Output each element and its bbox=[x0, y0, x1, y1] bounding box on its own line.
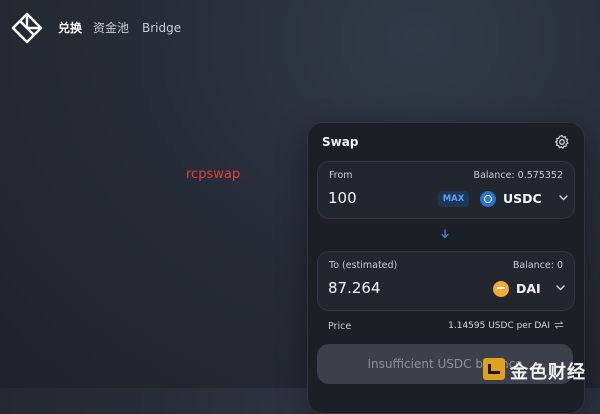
top-nav: 兑换 资金池 Bridge bbox=[0, 0, 600, 56]
to-label: To (estimated) bbox=[329, 260, 398, 271]
chevron-down-icon bbox=[559, 195, 568, 201]
from-balance: Balance: 0.575352 bbox=[473, 170, 563, 181]
gear-icon[interactable] bbox=[554, 134, 570, 150]
to-token-name: DAI bbox=[516, 281, 541, 296]
watermark: 金色财经 bbox=[483, 356, 595, 383]
chevron-down-icon bbox=[556, 285, 565, 291]
nav-pool[interactable]: 资金池 bbox=[93, 20, 129, 36]
from-token-name: USDC bbox=[503, 191, 542, 206]
arrow-down-icon[interactable] bbox=[440, 229, 450, 239]
to-token-select[interactable]: DAI bbox=[493, 280, 565, 298]
from-panel: From Balance: 0.575352 MAX USDC bbox=[317, 161, 575, 219]
from-amount-input[interactable] bbox=[328, 189, 418, 207]
swap-rate-icon[interactable] bbox=[553, 319, 565, 331]
red-annotation-text: rcpswap bbox=[186, 167, 241, 182]
usdc-icon bbox=[480, 191, 496, 207]
price-value: 1.14595 USDC per DAI bbox=[448, 321, 550, 331]
watermark-logo-icon bbox=[483, 358, 505, 380]
watermark-text: 金色财经 bbox=[510, 362, 586, 383]
from-label: From bbox=[329, 170, 353, 181]
app-logo[interactable] bbox=[10, 11, 44, 45]
max-button[interactable]: MAX bbox=[438, 191, 469, 207]
card-title: Swap bbox=[322, 135, 359, 149]
nav-bridge[interactable]: Bridge bbox=[142, 20, 181, 36]
dai-icon bbox=[493, 281, 509, 297]
to-balance: Balance: 0 bbox=[512, 260, 563, 271]
to-panel: To (estimated) Balance: 0 DAI bbox=[317, 251, 575, 311]
to-amount-input[interactable] bbox=[328, 279, 418, 297]
from-token-select[interactable]: USDC bbox=[480, 190, 568, 208]
price-label: Price bbox=[328, 321, 352, 332]
nav-swap[interactable]: 兑换 bbox=[58, 20, 82, 36]
